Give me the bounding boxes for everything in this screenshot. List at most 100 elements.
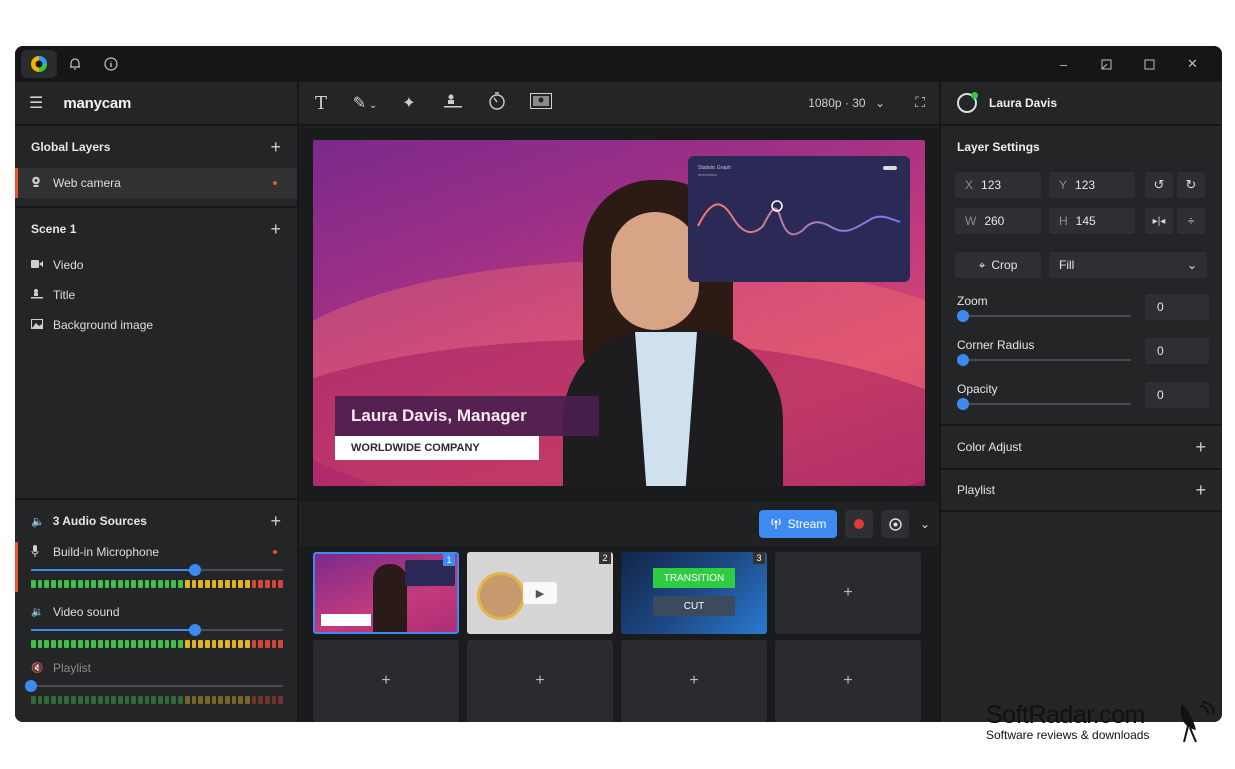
volume-slider[interactable] xyxy=(31,564,283,576)
opacity-value-field[interactable]: 0 xyxy=(1145,382,1209,408)
y-value: 123 xyxy=(1075,178,1096,192)
layer-row-title[interactable]: Title xyxy=(15,280,297,310)
height-field[interactable]: H 145 xyxy=(1049,208,1135,234)
add-scene-tile[interactable]: + xyxy=(775,640,921,722)
add-scene-tile[interactable]: + xyxy=(775,552,921,634)
stream-button[interactable]: Stream xyxy=(759,510,837,538)
add-scene-tile[interactable]: + xyxy=(621,640,767,722)
meter-segment xyxy=(245,696,250,704)
color-adjust-section[interactable]: Color Adjust + xyxy=(941,424,1222,468)
scene-tile-1[interactable]: 1 xyxy=(313,552,459,634)
add-scene-layer-button[interactable]: + xyxy=(270,219,281,240)
meter-segment xyxy=(265,640,270,648)
audio-level-meter xyxy=(31,696,284,704)
meter-segment xyxy=(138,696,143,704)
maximize-icon[interactable] xyxy=(1128,50,1171,78)
width-field[interactable]: W 260 xyxy=(955,208,1041,234)
play-icon: ▶ xyxy=(523,582,557,604)
info-icon[interactable] xyxy=(93,50,129,78)
video-preview[interactable]: Statistic Graph description Laura Davis,… xyxy=(313,140,925,486)
layer-label: Viedo xyxy=(53,258,84,272)
meter-segment xyxy=(77,696,83,704)
audio-row[interactable]: 🔇 Playlist xyxy=(15,658,297,678)
slider-knob[interactable] xyxy=(25,680,37,692)
fill-mode-select[interactable]: Fill ⌄ xyxy=(1049,252,1207,278)
add-scene-tile[interactable]: + xyxy=(313,640,459,722)
crop-button[interactable]: ⌖ Crop xyxy=(955,252,1041,278)
magic-wand-icon[interactable]: ✦ xyxy=(387,93,431,113)
opacity-slider[interactable] xyxy=(957,398,1131,410)
more-options-chevron-icon[interactable]: ⌄ xyxy=(917,517,933,531)
audio-sources-title: 3 Audio Sources xyxy=(52,514,147,528)
meter-segment xyxy=(84,640,90,648)
layer-settings-title: Layer Settings xyxy=(957,140,1040,154)
audio-sources-title-wrap: 🔈 3 Audio Sources xyxy=(31,514,147,528)
user-bar[interactable]: Laura Davis xyxy=(941,82,1222,126)
zoom-slider[interactable] xyxy=(957,310,1131,322)
layer-row-web-camera[interactable]: Web camera xyxy=(15,168,297,198)
meter-segment xyxy=(37,580,43,588)
meter-segment xyxy=(171,640,177,648)
add-global-layer-button[interactable]: + xyxy=(270,137,281,158)
lower-third-icon[interactable] xyxy=(431,93,475,114)
rotate-right-icon[interactable]: ↻ xyxy=(1177,172,1205,198)
title-icon xyxy=(31,288,53,303)
corner-radius-slider[interactable] xyxy=(957,354,1131,366)
slider-knob[interactable] xyxy=(957,398,969,410)
compact-view-icon[interactable] xyxy=(1085,50,1128,78)
audio-source-microphone: Build-in Microphone xyxy=(15,542,297,592)
left-panel: ☰ manycam Global Layers + Web camera Sce… xyxy=(15,82,299,722)
snapshot-button[interactable] xyxy=(881,510,909,538)
flip-horizontal-icon[interactable]: ▸|◂ xyxy=(1145,208,1173,234)
scene-tile-3[interactable]: TRANSITION CUT 3 xyxy=(621,552,767,634)
draw-tool-icon[interactable]: ✎ ⌄ xyxy=(343,93,387,113)
fullscreen-icon[interactable]: ⛶ xyxy=(915,94,925,111)
lower-third-name-bar: Laura Davis, Manager xyxy=(335,396,599,436)
rotate-left-icon[interactable]: ↺ xyxy=(1145,172,1173,198)
zoom-value-field[interactable]: 0 xyxy=(1145,294,1209,320)
volume-slider[interactable] xyxy=(31,624,283,636)
video-icon xyxy=(31,259,53,271)
layer-row-background-image[interactable]: Background image xyxy=(15,310,297,340)
text-tool-icon[interactable]: T xyxy=(299,93,343,114)
playlist-section[interactable]: Playlist + xyxy=(941,468,1222,512)
volume-slider[interactable] xyxy=(25,680,283,692)
audio-row[interactable]: Build-in Microphone xyxy=(18,542,297,562)
lower-third-company-bar: WORLDWIDE COMPANY xyxy=(335,436,539,460)
chroma-key-icon[interactable] xyxy=(519,92,563,114)
layer-row-video[interactable]: Viedo xyxy=(15,250,297,280)
zoom-label: Zoom xyxy=(957,294,988,308)
record-button[interactable] xyxy=(845,510,873,538)
hamburger-menu-icon[interactable]: ☰ xyxy=(29,93,43,113)
x-position-field[interactable]: X 123 xyxy=(955,172,1041,198)
resolution-selector[interactable]: 1080p · 30 ⌄ xyxy=(808,96,885,110)
y-position-field[interactable]: Y 123 xyxy=(1049,172,1135,198)
minimize-icon[interactable]: – xyxy=(1042,50,1085,78)
chevron-down-icon: ⌄ xyxy=(1186,258,1197,272)
graph-line xyxy=(697,166,901,236)
manycam-logo-icon[interactable] xyxy=(21,50,57,78)
scene-tile-2[interactable]: ▶ 2 xyxy=(467,552,613,634)
microphone-icon xyxy=(31,544,53,560)
flip-vertical-icon[interactable]: ÷ xyxy=(1177,208,1205,234)
meter-segment xyxy=(251,640,257,648)
x-label: X xyxy=(965,178,974,192)
audio-row[interactable]: 🔉 Video sound xyxy=(15,602,297,622)
slider-knob[interactable] xyxy=(957,310,969,322)
audio-level-meter xyxy=(31,640,284,648)
add-audio-source-button[interactable]: + xyxy=(270,511,281,532)
bell-icon[interactable] xyxy=(57,50,93,78)
close-icon[interactable]: ✕ xyxy=(1171,50,1214,78)
timer-icon[interactable] xyxy=(475,91,519,115)
meter-segment xyxy=(238,640,243,648)
slider-knob[interactable] xyxy=(188,564,201,576)
meter-segment xyxy=(211,640,217,648)
slider-knob[interactable] xyxy=(957,354,969,366)
live-indicator xyxy=(273,181,277,185)
slider-knob[interactable] xyxy=(188,624,201,636)
slider-track xyxy=(31,685,283,687)
add-scene-tile[interactable]: + xyxy=(467,640,613,722)
global-layers-header: Global Layers + xyxy=(15,126,297,168)
preview-area: Statistic Graph description Laura Davis,… xyxy=(299,128,939,502)
corner-radius-value-field[interactable]: 0 xyxy=(1145,338,1209,364)
